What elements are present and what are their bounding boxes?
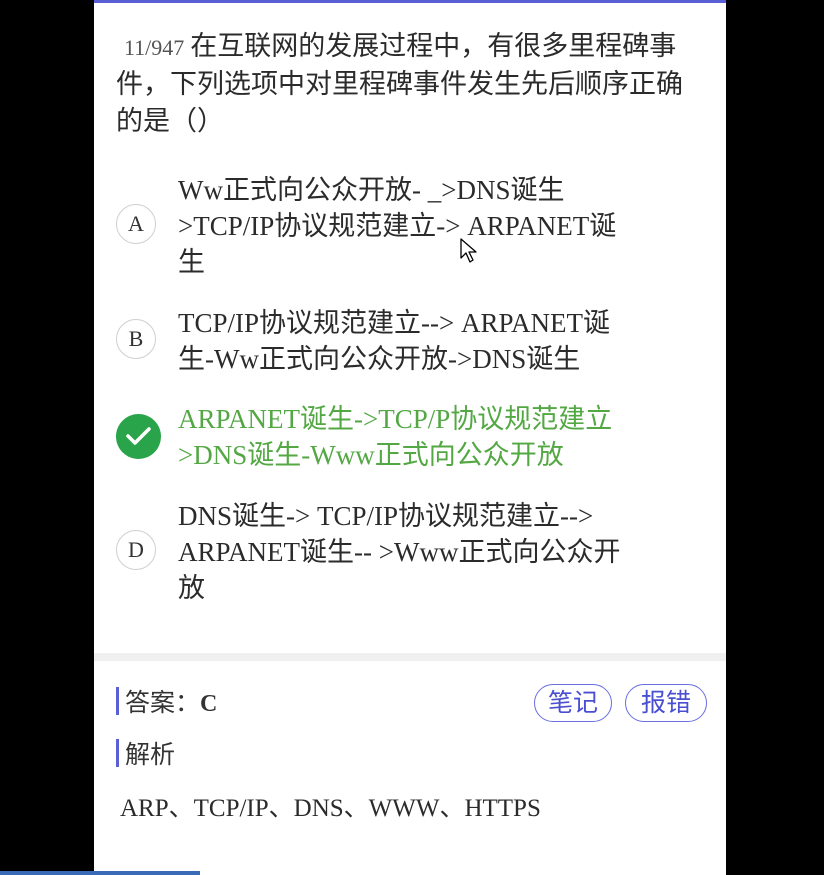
option-c-check bbox=[116, 414, 161, 459]
progress-strip bbox=[0, 871, 200, 875]
question-number: 11/947 bbox=[124, 35, 185, 60]
analysis-accent-bar bbox=[116, 739, 119, 767]
mouse-cursor-icon bbox=[460, 238, 477, 263]
option-b-line-2: 生-Ww正式向公众开放->DNS诞生 bbox=[178, 344, 581, 374]
option-c-line-2: >DNS诞生-Www正式向公众开放 bbox=[178, 440, 564, 470]
top-accent-bar bbox=[94, 0, 726, 3]
option-b[interactable]: B TCP/IP协议规范建立--> ARPANET诞 生-Ww正式向公众开放->… bbox=[114, 305, 704, 380]
option-b-line-1: TCP/IP协议规范建立--> ARPANET诞 bbox=[178, 308, 611, 338]
option-d-line-3: 放 bbox=[178, 573, 205, 603]
option-b-text: TCP/IP协议规范建立--> ARPANET诞 生-Ww正式向公众开放->DN… bbox=[178, 305, 638, 377]
question-text: 在互联网的发展过程中，有很多里程碑事件，下列选项中对里程碑事件发生先后顺序正确的… bbox=[116, 31, 683, 137]
option-a-circle: A bbox=[116, 204, 156, 244]
option-d-text: DNS诞生-> TCP/IP协议规范建立--> ARPANET诞生-- >Www… bbox=[178, 498, 638, 606]
option-c[interactable]: ARPANET诞生->TCP/P协议规范建立 >DNS诞生-Www正式向公众开放 bbox=[114, 401, 704, 476]
question-card: 11/947 在互联网的发展过程中，有很多里程碑事件，下列选项中对里程碑事件发生先… bbox=[94, 0, 726, 875]
check-icon bbox=[126, 427, 151, 445]
option-a-line-2: >TCP/IP协议规范建立-> ARPANET诞 bbox=[178, 211, 617, 241]
option-d-line-2: ARPANET诞生-- >Www正式向公众开 bbox=[178, 537, 621, 567]
option-c-line-1: ARPANET诞生->TCP/P协议规范建立 bbox=[178, 404, 613, 434]
report-error-button[interactable]: 报错 bbox=[625, 684, 707, 722]
answer-label: 答案： bbox=[125, 688, 201, 717]
option-a-line-3: 生 bbox=[178, 247, 205, 277]
analysis-heading: 解析 bbox=[116, 735, 175, 771]
analysis-text: ARP、TCP/IP、DNS、WWW、HTTPS bbox=[120, 795, 541, 822]
option-d-line-1: DNS诞生-> TCP/IP协议规范建立--> bbox=[178, 501, 594, 531]
option-d-circle: D bbox=[116, 530, 156, 570]
option-a-text: Ww正式向公众开放- _>DNS诞生 >TCP/IP协议规范建立-> ARPAN… bbox=[178, 172, 638, 280]
option-a-line-1: Ww正式向公众开放- _>DNS诞生 bbox=[178, 175, 565, 205]
answer-accent-bar bbox=[116, 687, 119, 715]
option-c-text: ARPANET诞生->TCP/P协议规范建立 >DNS诞生-Www正式向公众开放 bbox=[178, 401, 638, 473]
option-d[interactable]: D DNS诞生-> TCP/IP协议规范建立--> ARPANET诞生-- >W… bbox=[114, 498, 704, 608]
option-a[interactable]: A Ww正式向公众开放- _>DNS诞生 >TCP/IP协议规范建立-> ARP… bbox=[114, 172, 704, 282]
notes-button[interactable]: 笔记 bbox=[534, 684, 612, 722]
answer-value: C bbox=[200, 691, 218, 717]
analysis-label: 解析 bbox=[125, 740, 176, 769]
answer-row: 答案：C bbox=[116, 683, 217, 719]
option-b-circle: B bbox=[116, 319, 156, 359]
question-stem: 11/947 在互联网的发展过程中，有很多里程碑事件，下列选项中对里程碑事件发生先… bbox=[116, 28, 706, 140]
section-divider bbox=[94, 653, 726, 661]
